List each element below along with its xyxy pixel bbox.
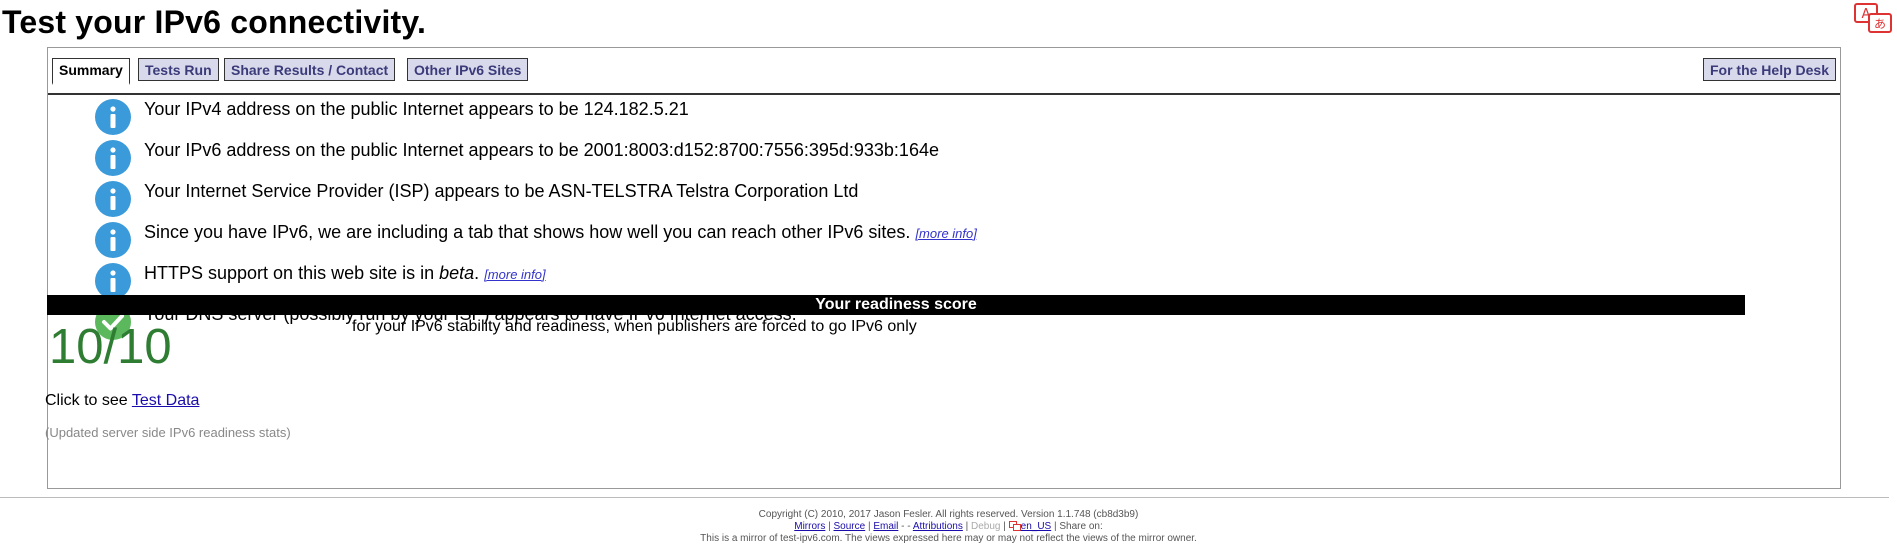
results-panel: Summary Tests Run Share Results / Contac… [47,47,1841,489]
info-icon [95,222,131,258]
tab-help-desk[interactable]: For the Help Desk [1702,58,1836,81]
footer-links: Mirrors | Source | Email - - Attribution… [794,521,1103,532]
more-info-link[interactable]: [more info] [484,267,545,282]
message-text: Your Internet Service Provider (ISP) app… [144,181,859,201]
footer-link-source[interactable]: Source [834,521,866,532]
translate-icon[interactable]: A あ [1853,2,1893,36]
footer: Copyright (C) 2010, 2017 Jason Fesler. A… [0,509,1897,545]
message-text-wrap: HTTPS support on this web site is in bet… [144,262,546,286]
readiness-score-header: Your readiness score [47,295,1745,315]
info-icon [95,181,131,217]
message-text: Your IPv6 address on the public Internet… [144,140,939,160]
tab-summary[interactable]: Summary [52,58,130,85]
svg-text:あ: あ [1874,17,1886,31]
footer-copyright: Copyright (C) 2010, 2017 Jason Fesler. A… [758,509,1139,520]
message-text-prefix: HTTPS support on this web site is in [144,263,440,283]
more-info-link[interactable]: [more info] [915,226,976,241]
tab-tests-run[interactable]: Tests Run [138,58,219,81]
tab-bar: Summary Tests Run Share Results / Contac… [48,48,1840,95]
test-data-link[interactable]: Test Data [132,392,200,409]
footer-link-debug[interactable]: Debug [971,521,1000,532]
message-text: Since you have IPv6, we are including a … [144,222,911,242]
tab-share-results[interactable]: Share Results / Contact [224,58,396,81]
updated-stats-link[interactable]: (Updated server side IPv6 readiness stat… [45,425,291,440]
test-data-line: Click to see Test Data [45,392,199,410]
footer-share-label: Share on: [1059,521,1103,532]
page-title: Test your IPv6 connectivity. [2,4,427,40]
footer-link-mirrors[interactable]: Mirrors [794,521,825,532]
message-text: Your IPv4 address on the public Internet… [144,99,689,119]
test-data-prefix: Click to see [45,392,132,409]
tab-other-ipv6-sites[interactable]: Other IPv6 Sites [407,58,529,81]
message-text-wrap: Since you have IPv6, we are including a … [144,221,977,245]
footer-link-email[interactable]: Email [873,521,898,532]
readiness-score-value: 10/10 [49,320,172,374]
footer-divider [0,497,1889,498]
translate-small-icon [1008,521,1021,532]
footer-link-attributions[interactable]: Attributions [913,521,963,532]
footer-link-locale[interactable]: en_US [1021,521,1052,532]
message-text-suffix: . [474,263,480,283]
info-icon [95,99,131,135]
readiness-score-description: for your IPv6 stability and readiness, w… [352,318,917,335]
footer-mirror-note: This is a mirror of test-ipv6.com. The v… [700,533,1197,544]
message-text-emphasis: beta [439,263,475,283]
info-icon [95,140,131,176]
